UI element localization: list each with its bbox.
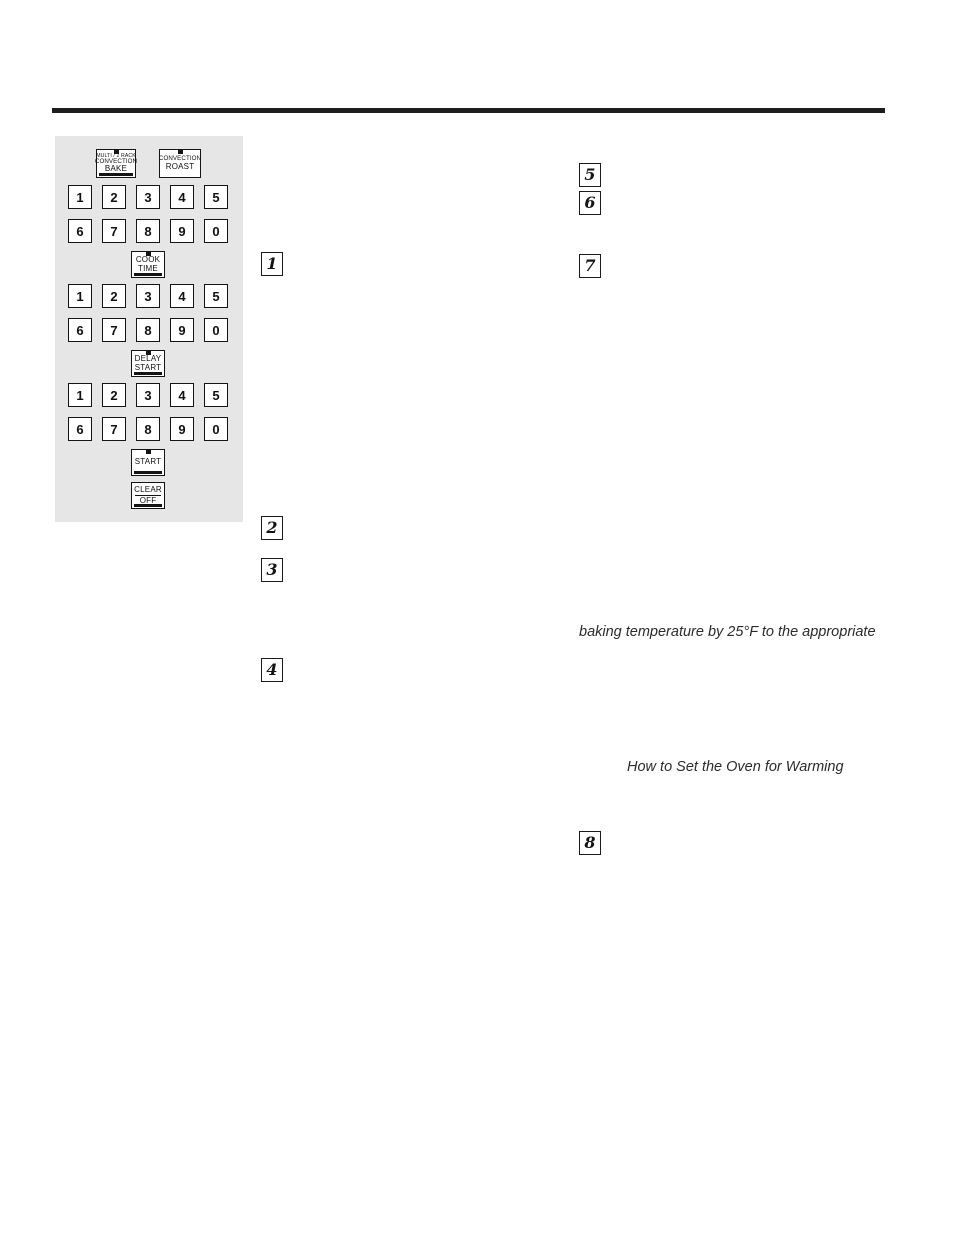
button-line-1: Start (134, 457, 162, 467)
keypad-key-2[interactable]: 2 (102, 185, 126, 209)
indicator-light-icon (145, 449, 151, 454)
keypad-key-5[interactable]: 5 (204, 284, 228, 308)
indicator-light-icon (145, 350, 151, 355)
keypad-key-0[interactable]: 0 (204, 417, 228, 441)
step-marker-1: 1 (261, 252, 283, 276)
multi-2-rack-convection-bake-button[interactable]: Multi / 2 Rack Convection Bake (95, 149, 137, 178)
keypad-key-6[interactable]: 6 (68, 219, 92, 243)
body-text-fragment-warming-heading: How to Set the Oven for Warming (627, 759, 844, 775)
keypad-key-2[interactable]: 2 (102, 383, 126, 407)
button-line-2: Roast (165, 161, 195, 171)
keypad-key-8[interactable]: 8 (136, 417, 160, 441)
step-marker-6: 6 (579, 191, 601, 215)
button-base-bar (134, 471, 162, 474)
keypad-key-1[interactable]: 1 (68, 185, 92, 209)
step-marker-7: 7 (579, 254, 601, 278)
keypad-key-4[interactable]: 4 (170, 383, 194, 407)
button-line-1: Clear (134, 484, 162, 494)
keypad-key-3[interactable]: 3 (136, 383, 160, 407)
keypad-key-0[interactable]: 0 (204, 219, 228, 243)
oven-control-panel-illustration: Multi / 2 Rack Convection Bake Convectio… (55, 136, 243, 522)
keypad-key-3[interactable]: 3 (136, 185, 160, 209)
keypad-key-9[interactable]: 9 (170, 219, 194, 243)
step-marker-4: 4 (261, 658, 283, 682)
keypad-key-7[interactable]: 7 (102, 417, 126, 441)
keypad-key-1[interactable]: 1 (68, 383, 92, 407)
keypad-key-7[interactable]: 7 (102, 318, 126, 342)
keypad-key-4[interactable]: 4 (170, 185, 194, 209)
indicator-light-icon (145, 251, 151, 256)
button-line-3: Bake (104, 164, 128, 174)
step-marker-8: 8 (579, 831, 601, 855)
keypad-key-5[interactable]: 5 (204, 383, 228, 407)
header-divider-rule (52, 108, 885, 113)
button-base-bar (134, 504, 162, 507)
keypad-key-5[interactable]: 5 (204, 185, 228, 209)
step-marker-2: 2 (261, 516, 283, 540)
indicator-light-icon (113, 149, 119, 154)
button-line-2: Start (134, 362, 162, 372)
keypad-key-0[interactable]: 0 (204, 318, 228, 342)
button-base-bar (134, 372, 162, 375)
indicator-light-icon (177, 149, 183, 154)
convection-roast-button[interactable]: Convection Roast (159, 149, 201, 178)
keypad-key-6[interactable]: 6 (68, 417, 92, 441)
start-button[interactable]: Start (131, 449, 165, 476)
button-base-bar (134, 273, 162, 276)
keypad-key-9[interactable]: 9 (170, 318, 194, 342)
keypad-key-3[interactable]: 3 (136, 284, 160, 308)
body-text-fragment-baking-temperature: baking temperature by 25°F to the approp… (579, 624, 876, 640)
step-marker-5: 5 (579, 163, 601, 187)
button-line-2: Time (138, 263, 158, 273)
keypad-key-4[interactable]: 4 (170, 284, 194, 308)
keypad-key-1[interactable]: 1 (68, 284, 92, 308)
keypad-key-2[interactable]: 2 (102, 284, 126, 308)
step-marker-3: 3 (261, 558, 283, 582)
keypad-key-9[interactable]: 9 (170, 417, 194, 441)
button-base-bar (99, 173, 133, 176)
keypad-key-6[interactable]: 6 (68, 318, 92, 342)
delay-start-button[interactable]: Delay Start (131, 350, 165, 377)
clear-off-button[interactable]: Clear Off (131, 482, 165, 509)
keypad-key-7[interactable]: 7 (102, 219, 126, 243)
cook-time-button[interactable]: Cook Time (131, 251, 165, 278)
keypad-key-8[interactable]: 8 (136, 219, 160, 243)
keypad-key-8[interactable]: 8 (136, 318, 160, 342)
